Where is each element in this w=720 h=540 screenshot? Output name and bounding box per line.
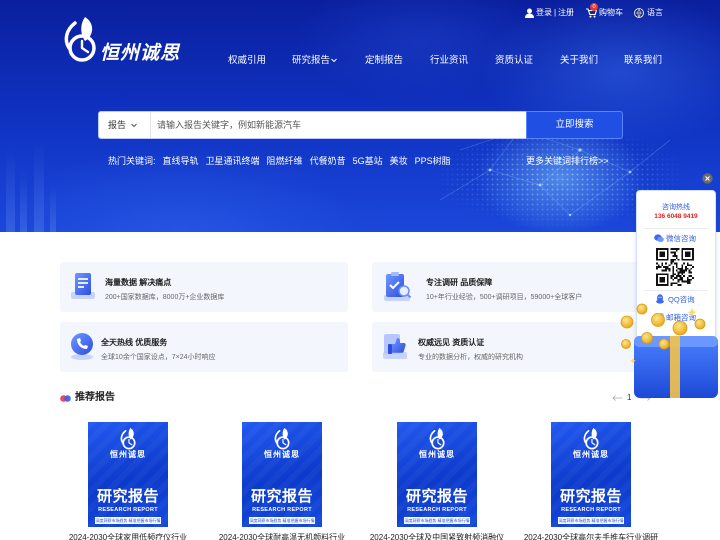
cart-link[interactable]: 购物车 [599,8,623,18]
panel-divider [644,290,708,291]
more-keywords-ranking-link[interactable]: 更多关键词排行榜>> [526,156,609,167]
feature-title: 权威远见 资质认证 [418,338,485,347]
cover-title: 研究报告 [405,488,468,505]
wechat-consult-link[interactable]: 微信咨询 [666,234,696,243]
cover-brand-name: 恒州诚思 [419,450,455,459]
report-title-link[interactable]: 2024-2030全球耐高温无机颜料行业 [207,532,357,540]
cover-tagline: 深度洞察市场趋势 精准把握市场行情 [249,517,315,524]
wechat-qr-code [656,248,694,286]
nav-item-custom-reports[interactable]: 定制报告 [365,55,403,66]
login-link[interactable]: 登录 [536,8,552,18]
hot-keyword[interactable]: 美妆 [390,156,408,167]
brand-logo-icon [583,427,599,450]
nav-item-contact[interactable]: 联系我们 [624,55,662,66]
cover-brand-name: 恒州诚思 [573,450,609,459]
recommended-reports-heading: 推荐报告 [75,392,115,403]
panel-divider [644,228,708,229]
cover-brand-name: 恒州诚思 [110,450,146,459]
hot-keywords: 热门关键词: 直线导轨 卫星通讯终端 阻燃纤维 代餐奶昔 5G基站 美妆 PPS… [108,156,451,167]
hero-light-bar [6,150,15,232]
hot-keyword[interactable]: 阻燃纤维 [267,156,303,167]
feature-description: 200+国家数据库，8000万+企业数据库 [105,294,225,301]
cover-subtitle: RESEARCH REPORT [407,507,467,513]
chevron-down-icon[interactable] [131,123,137,128]
hot-keyword[interactable]: 直线导轨 [163,156,199,167]
hotline-label: 咨询热线 [662,204,690,211]
brand-logo-text[interactable]: 恒州诚思 [100,43,180,65]
thumbs-up-icon [383,334,407,359]
report-title-link[interactable]: 2024-2030全球高尔夫手推车行业调研 [516,532,666,540]
hot-keyword[interactable]: 5G基站 [353,156,383,167]
feature-description: 10+年行业经验，500+调研项目，59000+全球客户 [426,294,583,301]
user-icon [525,8,534,18]
report-cover[interactable]: 恒州诚思 研究报告 RESEARCH REPORT 深度洞察市场趋势 精准把握市… [397,422,477,527]
cover-title: 研究报告 [559,488,622,505]
hot-keyword[interactable]: PPS树脂 [415,156,451,167]
cover-brand-name: 恒州诚思 [264,450,300,459]
hero-light-bar [20,170,27,232]
report-cover[interactable]: 恒州诚思 研究报告 RESEARCH REPORT 深度洞察市场趋势 精准把握市… [88,422,168,527]
cover-tagline: 深度洞察市场趋势 精准把握市场行情 [558,517,624,524]
hot-keywords-label: 热门关键词: [108,156,156,166]
cart-count-badge: 0 [590,3,598,11]
cover-tagline: 深度洞察市场趋势 精准把握市场行情 [95,517,161,524]
phone-service-icon [71,333,93,360]
hotline-number[interactable]: 136 6048 9419 [637,212,715,221]
hero-light-bar [34,140,44,232]
search-category-select[interactable]: 报告 [108,112,126,138]
feature-title: 专注调研 品质保障 [426,278,493,287]
chevron-down-icon[interactable] [331,58,337,63]
section-heading-icon [60,395,71,402]
cover-subtitle: RESEARCH REPORT [561,507,621,513]
cover-subtitle: RESEARCH REPORT [252,507,312,513]
close-icon[interactable] [702,173,713,184]
nav-item-certification[interactable]: 资质认证 [495,55,533,66]
gift-box-promo-graphic[interactable] [618,300,718,398]
feature-title: 全天热线 优质服务 [101,338,168,347]
hot-keyword[interactable]: 代餐奶昔 [310,156,346,167]
wechat-icon [654,234,664,243]
cover-title: 研究报告 [250,488,313,505]
report-title-link[interactable]: 2024-2030全球家用低频疗仪行业 [53,532,203,540]
feature-card-data: 海量数据 解决痛点 200+国家数据库，8000万+企业数据库 [60,262,348,312]
cover-title: 研究报告 [96,488,159,505]
nav-item-authority[interactable]: 权威引用 [228,55,266,66]
search-input[interactable] [157,112,517,138]
report-cover[interactable]: 恒州诚思 研究报告 RESEARCH REPORT 深度洞察市场趋势 精准把握市… [551,422,631,527]
database-icon [71,273,95,299]
brand-logo-icon [274,427,290,450]
nav-item-news[interactable]: 行业资讯 [430,55,468,66]
register-link[interactable]: 注册 [558,8,574,18]
language-selector[interactable]: 语言 [647,8,663,18]
feature-title: 海量数据 解决痛点 [105,278,172,287]
language-icon[interactable] [634,8,644,18]
clipboard-check-icon [384,272,412,301]
brand-logo-icon [429,427,445,450]
hero-light-bar [50,185,56,232]
search-button[interactable]: 立即搜索 [526,111,623,139]
nav-item-reports[interactable]: 研究报告 [292,55,330,66]
search-divider [150,112,151,138]
feature-card-hotline: 全天热线 优质服务 全球10余个国家设点，7×24小时响应 [60,322,348,372]
brand-logo-icon[interactable] [60,15,100,65]
feature-description: 专业的数据分析，权威的研究机构 [418,354,523,361]
cover-subtitle: RESEARCH REPORT [98,507,158,513]
report-cover[interactable]: 恒州诚思 研究报告 RESEARCH REPORT 深度洞察市场趋势 精准把握市… [242,422,322,527]
brand-logo-icon [120,427,136,450]
feature-card-certification: 权威远见 资质认证 专业的数据分析，权威的研究机构 [372,322,660,372]
cover-tagline: 深度洞察市场趋势 精准把握市场行情 [404,517,470,524]
auth-separator: | [554,8,557,17]
hot-keyword[interactable]: 卫星通讯终端 [206,156,260,167]
feature-description: 全球10余个国家设点，7×24小时响应 [101,354,216,361]
report-title-link[interactable]: 2024-2030全球及中国紧致射频消融仪 [362,532,512,540]
feature-card-research: 专注调研 品质保障 10+年行业经验，500+调研项目，59000+全球客户 [372,262,660,312]
search-bar: 报告 立即搜索 [98,111,623,139]
nav-item-about[interactable]: 关于我们 [560,55,598,66]
